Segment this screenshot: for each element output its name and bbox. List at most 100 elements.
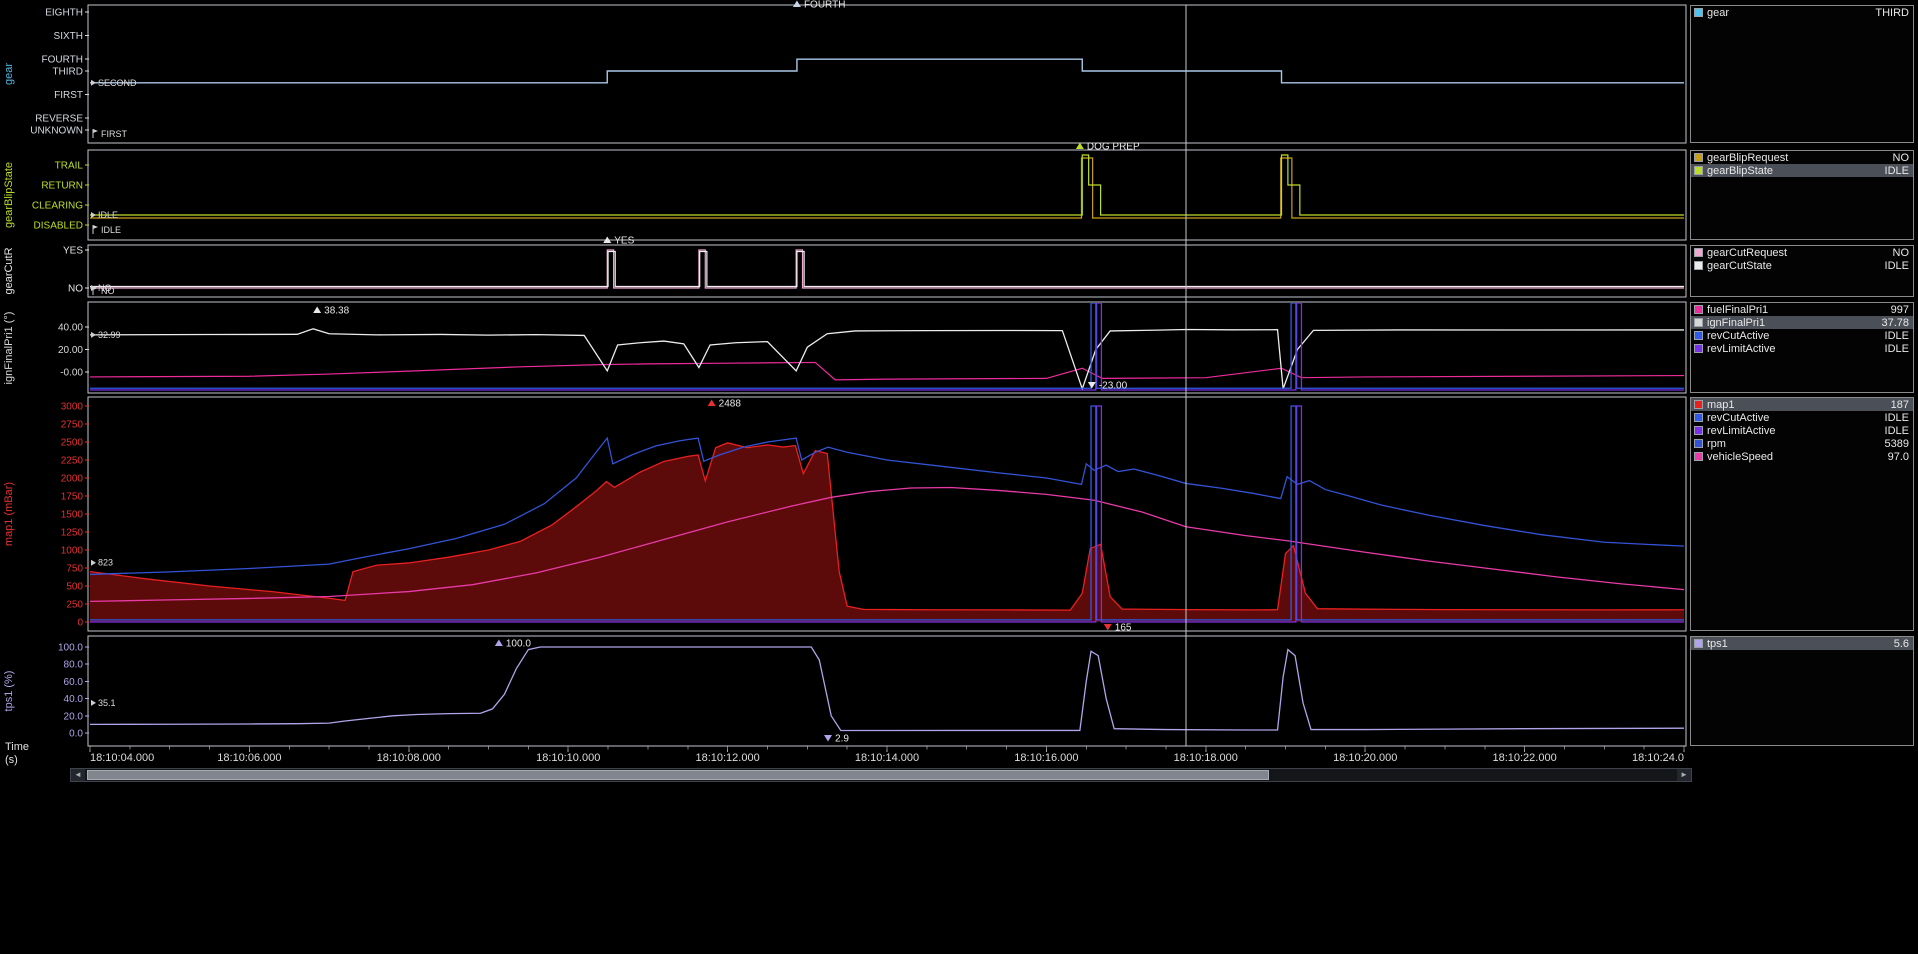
y-tick-label: 20.00 (58, 345, 83, 356)
legend-row-gearCutState[interactable]: gearCutStateIDLE (1691, 259, 1913, 272)
y-tick-label: 100.0 (58, 643, 83, 654)
y-tick-label: 1500 (61, 510, 84, 521)
time-tick-label: 18:10:14.000 (855, 752, 919, 764)
window-start-value-icon (91, 700, 96, 706)
legend-row-map1[interactable]: map1187 (1691, 398, 1913, 411)
horizontal-scrollbar[interactable]: ◄ ► (70, 768, 1692, 782)
legend-row-vehicleSpeed[interactable]: vehicleSpeed97.0 (1691, 450, 1913, 463)
channel-cursor-value: IDLE (1885, 330, 1909, 342)
channel-name: revCutActive (1707, 412, 1885, 424)
scrollbar-track[interactable] (85, 769, 1677, 781)
panel-tps-axis-label: tps1 (%) (3, 671, 15, 712)
channel-color-swatch (1694, 452, 1703, 461)
channel-cursor-value: 97.0 (1888, 451, 1909, 463)
y-tick-label: NO (68, 284, 83, 295)
legend-group-cut: gearCutRequestNOgearCutStateIDLE (1690, 245, 1914, 297)
min-marker-icon (1104, 624, 1112, 631)
legend-row-gear[interactable]: gearTHIRD (1691, 6, 1913, 19)
gearBlipRequest-trace (90, 158, 1684, 218)
panel-cut-plot[interactable] (88, 245, 1686, 297)
panel-map-axis-label: map1 (mBar) (3, 482, 15, 546)
y-tick-label: 1750 (61, 492, 84, 503)
panel-blip-plot[interactable] (88, 150, 1686, 240)
channel-name: tps1 (1707, 638, 1894, 650)
channel-name: ignFinalPri1 (1707, 317, 1881, 329)
channel-cursor-value: NO (1893, 247, 1910, 259)
y-tick-label: 1000 (61, 546, 84, 557)
legend-row-revCutActive[interactable]: revCutActiveIDLE (1691, 329, 1913, 342)
window-start-value-label: 823 (98, 558, 113, 568)
time-axis-title: Time (s) (5, 741, 29, 767)
y-tick-label: SIXTH (54, 31, 83, 42)
min-marker-label: 2.9 (835, 734, 849, 745)
legend-row-gearBlipState[interactable]: gearBlipStateIDLE (1691, 164, 1913, 177)
ignFinalPri1-trace (90, 329, 1684, 389)
time-tick-label: 18:10:10.000 (536, 752, 600, 764)
legend-group-map: map1187revCutActiveIDLErevLimitActiveIDL… (1690, 397, 1914, 631)
window-start-value-label: 35.1 (98, 698, 116, 708)
time-tick-label: 18:10:20.000 (1333, 752, 1397, 764)
channel-color-swatch (1694, 413, 1703, 422)
legend-row-gearBlipRequest[interactable]: gearBlipRequestNO (1691, 151, 1913, 164)
channel-name: revCutActive (1707, 330, 1885, 342)
legend-row-revLimitActive[interactable]: revLimitActiveIDLE (1691, 342, 1913, 355)
legend-group-tps: tps15.6 (1690, 636, 1914, 746)
scroll-left-button[interactable]: ◄ (71, 769, 85, 781)
min-marker-icon (1088, 382, 1096, 389)
panel-tps-traces (90, 647, 1684, 731)
panel-gear-axis-label: gear (3, 63, 15, 85)
channel-color-swatch (1694, 439, 1703, 448)
time-tick-label: 18:10:18.000 (1174, 752, 1238, 764)
window-start-value-icon (91, 80, 96, 86)
rpm-trace (90, 438, 1684, 574)
legend-row-rpm[interactable]: rpm5389 (1691, 437, 1913, 450)
y-tick-label: REVERSE (35, 114, 83, 125)
chart-area[interactable]: EIGHTHSIXTHFOURTHTHIRDFIRSTREVERSEUNKNOW… (0, 0, 1918, 954)
channel-name: map1 (1707, 399, 1891, 411)
channel-name: gearCutRequest (1707, 247, 1893, 259)
channel-name: gearBlipRequest (1707, 152, 1893, 164)
channel-cursor-value: 187 (1891, 399, 1909, 411)
legend-row-ignFinalPri1[interactable]: ignFinalPri137.78 (1691, 316, 1913, 329)
legend-row-tps1[interactable]: tps15.6 (1691, 637, 1913, 650)
scroll-right-button[interactable]: ► (1677, 769, 1691, 781)
min-flag-icon (93, 129, 98, 133)
channel-cursor-value: IDLE (1885, 343, 1909, 355)
legend-row-fuelFinalPri1[interactable]: fuelFinalPri1997 (1691, 303, 1913, 316)
tps1-trace (90, 647, 1684, 731)
y-tick-label: TRAIL (55, 161, 84, 172)
channel-cursor-value: 37.78 (1881, 317, 1909, 329)
legend-group-ign: fuelFinalPri1997ignFinalPri137.78revCutA… (1690, 302, 1914, 393)
gearCutState-trace (90, 252, 1684, 287)
legend-row-revLimitActive[interactable]: revLimitActiveIDLE (1691, 424, 1913, 437)
channel-color-swatch (1694, 400, 1703, 409)
channel-color-swatch (1694, 426, 1703, 435)
channel-color-swatch (1694, 153, 1703, 162)
scrollbar-thumb[interactable] (87, 770, 1269, 780)
legend-row-revCutActive[interactable]: revCutActiveIDLE (1691, 411, 1913, 424)
legend-group-gear: gearTHIRD (1690, 5, 1914, 143)
y-tick-label: 60.0 (64, 677, 84, 688)
panel-ign-axis-label: ignFinalPri1 (°) (3, 311, 15, 384)
y-tick-label: 0.0 (69, 729, 83, 740)
min-flag-label: FIRST (101, 129, 128, 139)
channel-color-swatch (1694, 166, 1703, 175)
y-tick-label: 500 (66, 582, 83, 593)
time-tick-label: 18:10:16.000 (1014, 752, 1078, 764)
revCutActive-trace (90, 406, 1684, 620)
min-flag-icon (93, 225, 98, 229)
y-tick-label: 2250 (61, 456, 84, 467)
panel-gear-plot[interactable] (88, 5, 1686, 143)
time-tick-label: 18:10:24.0 (1632, 752, 1684, 764)
channel-color-swatch (1694, 331, 1703, 340)
legend-row-gearCutRequest[interactable]: gearCutRequestNO (1691, 246, 1913, 259)
y-tick-label: 40.00 (58, 322, 83, 333)
min-marker-icon (824, 735, 832, 742)
max-marker-icon (495, 640, 503, 647)
channel-name: gearCutState (1707, 260, 1885, 272)
gearBlipState-trace (90, 155, 1684, 215)
y-tick-label: EIGHTH (45, 8, 83, 19)
channel-color-swatch (1694, 318, 1703, 327)
channel-color-swatch (1694, 248, 1703, 257)
time-axis-title-line1: Time (5, 741, 29, 754)
